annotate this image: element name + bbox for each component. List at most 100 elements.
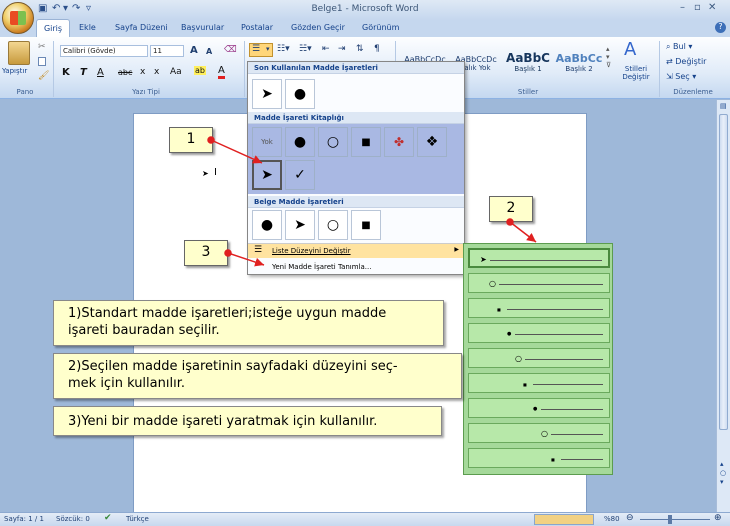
- decrease-indent-icon[interactable]: ⇤: [322, 44, 330, 54]
- doc-bullet-circle[interactable]: ○: [318, 210, 348, 240]
- doc-bullet-square[interactable]: ■: [351, 210, 381, 240]
- office-logo-icon: [10, 11, 26, 25]
- office-button[interactable]: [2, 2, 34, 34]
- copy-icon[interactable]: [38, 57, 46, 66]
- chevron-down-icon[interactable]: ▾: [266, 45, 270, 53]
- minimize-button[interactable]: –: [680, 2, 685, 13]
- sort-icon[interactable]: ⇅: [356, 44, 364, 54]
- status-bar: Sayfa: 1 / 1 Sözcük: 0 ✔ Türkçe %80 ⊖ ⊕: [0, 512, 730, 526]
- view-buttons[interactable]: [534, 514, 594, 525]
- subscript-button[interactable]: x: [140, 67, 145, 77]
- list-level-7[interactable]: ●: [468, 398, 610, 418]
- tab-postalar[interactable]: Postalar: [241, 23, 273, 32]
- recent-bullet-dot[interactable]: ●: [285, 79, 315, 109]
- italic-button[interactable]: T: [80, 67, 87, 78]
- help-icon[interactable]: ?: [715, 22, 726, 33]
- doc-bullet-dot[interactable]: ●: [252, 210, 282, 240]
- customize-qat-icon[interactable]: ▿: [86, 3, 91, 14]
- doc-bullet-arrow[interactable]: ➤: [285, 210, 315, 240]
- list-level-9[interactable]: ■: [468, 448, 610, 468]
- strikethrough-button[interactable]: abc: [118, 68, 132, 77]
- bullet-filled-circle[interactable]: ●: [285, 127, 315, 157]
- tab-giris[interactable]: Giriş: [36, 19, 70, 37]
- proofing-icon[interactable]: ✔: [104, 513, 112, 523]
- define-new-bullet-item[interactable]: Yeni Madde İşareti Tanımla...: [248, 260, 464, 274]
- page-count[interactable]: Sayfa: 1 / 1: [4, 515, 44, 523]
- zoom-slider-thumb[interactable]: [668, 515, 672, 524]
- bullet-arrow-selected[interactable]: ➤: [252, 160, 282, 190]
- tab-gorunum[interactable]: Görünüm: [362, 23, 399, 32]
- recent-bullet-arrow[interactable]: ➤: [252, 79, 282, 109]
- ruler-icon[interactable]: ▤: [720, 102, 727, 110]
- browse-icons[interactable]: ▴ ○ ▾: [720, 460, 726, 487]
- list-level-8[interactable]: ○: [468, 423, 610, 443]
- bullet-square[interactable]: ■: [351, 127, 381, 157]
- font-name-select[interactable]: Calibri (Gövde): [60, 45, 148, 57]
- grow-font-button[interactable]: A: [190, 45, 198, 56]
- select-button[interactable]: ⇲ Seç ▾: [666, 72, 696, 81]
- replace-button[interactable]: ⇄ Değiştir: [666, 57, 706, 66]
- close-button[interactable]: ✕: [708, 2, 716, 13]
- bullet-four-diamond[interactable]: ✤: [384, 127, 414, 157]
- multilevel-list-icon[interactable]: ☵▾: [299, 44, 312, 54]
- highlight-button[interactable]: ab: [194, 66, 206, 75]
- bullets-button[interactable]: ☰ ▾: [249, 43, 273, 57]
- show-marks-icon[interactable]: ¶: [374, 44, 380, 54]
- annotation-number-3: 3: [184, 240, 228, 266]
- word-count[interactable]: Sözcük: 0: [56, 515, 90, 523]
- underline-button[interactable]: A: [97, 67, 104, 78]
- list-level-1[interactable]: ➤: [468, 248, 610, 268]
- maximize-button[interactable]: ▫: [694, 2, 701, 13]
- change-case-button[interactable]: Aa: [170, 67, 182, 77]
- vertical-scrollbar[interactable]: ▤ ▴ ○ ▾: [716, 100, 730, 512]
- change-styles-icon[interactable]: A: [624, 39, 636, 60]
- superscript-button[interactable]: x: [154, 67, 159, 77]
- format-painter-icon[interactable]: 🖌: [38, 71, 49, 81]
- change-list-level-item[interactable]: ☰ Liste Düzeyini Değiştir ▶: [248, 244, 464, 258]
- info-box-2-line2: mek için kullanılır.: [68, 376, 185, 391]
- redo-icon[interactable]: ↷: [72, 3, 80, 14]
- bold-button[interactable]: K: [62, 67, 70, 78]
- list-level-6[interactable]: ■: [468, 373, 610, 393]
- font-color-button[interactable]: A: [218, 66, 225, 79]
- font-size-select[interactable]: 11: [150, 45, 184, 57]
- style-gallery-item[interactable]: AaBbC Başlık 1: [503, 45, 553, 75]
- undo-dropdown-icon[interactable]: ▾: [63, 3, 68, 14]
- bullet-checkmark[interactable]: ✓: [285, 160, 315, 190]
- find-label: Bul: [673, 42, 686, 51]
- window-title: Belge1 - Microsoft Word: [311, 4, 419, 14]
- change-styles-label[interactable]: Stilleri Değiştir: [618, 65, 654, 81]
- scrollbar-thumb[interactable]: [719, 114, 728, 430]
- info-box-3: 3)Yeni bir madde işareti yaratmak için k…: [53, 406, 442, 436]
- paste-icon[interactable]: [8, 41, 30, 65]
- tab-gozden-gecir[interactable]: Gözden Geçir: [291, 23, 345, 32]
- tab-basvurular[interactable]: Başvurular: [181, 23, 224, 32]
- numbering-icon[interactable]: ☷▾: [277, 44, 290, 54]
- list-level-4[interactable]: ●: [468, 323, 610, 343]
- binoculars-icon: ⌕: [666, 42, 674, 51]
- tab-sayfa-duzeni[interactable]: Sayfa Düzeni: [115, 23, 168, 32]
- paste-button-label[interactable]: Yapıştır: [2, 67, 27, 75]
- zoom-in-icon[interactable]: ⊕: [714, 513, 722, 523]
- bullet-none[interactable]: Yok: [252, 127, 282, 157]
- title-bar: Belge1 - Microsoft Word: [0, 0, 730, 20]
- undo-icon[interactable]: ↶: [52, 3, 60, 14]
- list-level-5[interactable]: ○: [468, 348, 610, 368]
- increase-indent-icon[interactable]: ⇥: [338, 44, 346, 54]
- bullet-star-diamond[interactable]: ❖: [417, 127, 447, 157]
- bullet-hollow-circle[interactable]: ○: [318, 127, 348, 157]
- gallery-more-icon[interactable]: ▴ ▾ ⊽: [606, 45, 611, 69]
- list-level-3[interactable]: ■: [468, 298, 610, 318]
- list-level-2[interactable]: ○: [468, 273, 610, 293]
- shrink-font-button[interactable]: A: [206, 47, 212, 56]
- zoom-out-icon[interactable]: ⊖: [626, 513, 634, 523]
- find-button[interactable]: ⌕ Bul ▾: [666, 42, 692, 52]
- style-gallery-item[interactable]: AaBbCc Başlık 2: [554, 45, 604, 75]
- language[interactable]: Türkçe: [126, 515, 149, 523]
- clear-format-button[interactable]: ⌫: [224, 45, 237, 55]
- zoom-slider[interactable]: [640, 519, 710, 520]
- save-icon[interactable]: ▣: [38, 3, 47, 14]
- cut-icon[interactable]: ✂: [38, 42, 46, 52]
- tab-ekle[interactable]: Ekle: [79, 23, 96, 32]
- zoom-level[interactable]: %80: [604, 515, 620, 523]
